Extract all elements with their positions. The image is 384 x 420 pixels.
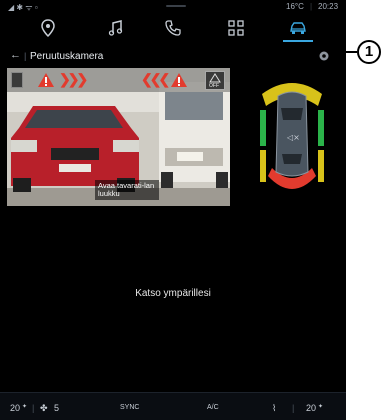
gear-icon[interactable] — [318, 50, 330, 62]
fan-icon[interactable]: ✤ — [40, 403, 48, 414]
infotainment-screen: ◢ ✱ ᯤ ▫ 16°C | 20:23 ← | Peruutuskamera … — [0, 0, 346, 420]
status-icons: ◢ ✱ ᯤ ▫ — [8, 3, 38, 12]
music-note-icon[interactable] — [106, 18, 126, 38]
trunk-sensor-icon — [11, 72, 23, 88]
chevrons-left-icon: ❮❮❮ — [141, 71, 170, 87]
rear-right-sensor-zone — [318, 150, 324, 182]
drag-handle[interactable] — [166, 5, 186, 7]
right-temp-unit-icon: ✦ — [318, 404, 324, 410]
apps-grid-icon[interactable] — [226, 18, 246, 38]
phone-icon[interactable] — [163, 18, 183, 38]
active-tab-indicator — [283, 40, 313, 42]
mute-icon: ◁× — [286, 133, 300, 142]
nav-bar — [0, 14, 346, 44]
footer-separator: | — [32, 403, 35, 413]
left-sensor-zone — [260, 110, 266, 146]
alert-triangle-icon — [209, 73, 221, 83]
warning-triangle-icon — [38, 73, 54, 87]
left-temp-unit-icon: ✦ — [22, 404, 28, 410]
warning-triangle-icon — [171, 73, 187, 87]
callout-line — [334, 51, 357, 53]
rear-traffic-alert-off-button[interactable]: OFF — [205, 71, 225, 90]
left-temperature[interactable]: 20 — [10, 403, 20, 413]
ac-button[interactable]: A/C — [207, 404, 219, 411]
right-temperature[interactable]: 20 — [306, 403, 316, 413]
climate-bar: 20 ✦ | ✤ 5 SYNC A/C ⌇ | 20 ✦ — [0, 392, 346, 420]
chevrons-right-icon: ❯❯❯ — [59, 71, 88, 87]
off-label: OFF — [209, 83, 219, 89]
location-pin-icon[interactable] — [38, 18, 58, 38]
camera-overlay-message: Avaa tavarati-lan luukku — [95, 180, 159, 200]
fan-level[interactable]: 5 — [54, 403, 59, 413]
status-separator: | — [310, 2, 313, 11]
sync-button[interactable]: SYNC — [120, 404, 139, 411]
parking-sensor-view: ◁× — [260, 83, 324, 189]
center-message: Katso ympärillesi — [135, 288, 211, 299]
seat-heat-icon[interactable]: ⌇ — [272, 403, 276, 414]
rear-camera-view: ❯❯❯ ❮❮❮ OFF Avaa tavarati-lan luukku — [7, 68, 230, 206]
right-sensor-zone — [318, 110, 324, 146]
clock: 20:23 — [318, 2, 339, 11]
rear-left-sensor-zone — [260, 150, 266, 182]
back-arrow-icon[interactable]: ← — [10, 49, 21, 61]
page-title: Peruutuskamera — [30, 51, 104, 62]
temperature-readout: 16°C — [286, 2, 304, 11]
car-icon[interactable] — [288, 18, 308, 38]
callout-number: 1 — [357, 40, 381, 64]
footer-separator: | — [292, 403, 295, 413]
page-header: ← | Peruutuskamera — [0, 46, 346, 66]
breadcrumb-separator: | — [24, 51, 27, 61]
